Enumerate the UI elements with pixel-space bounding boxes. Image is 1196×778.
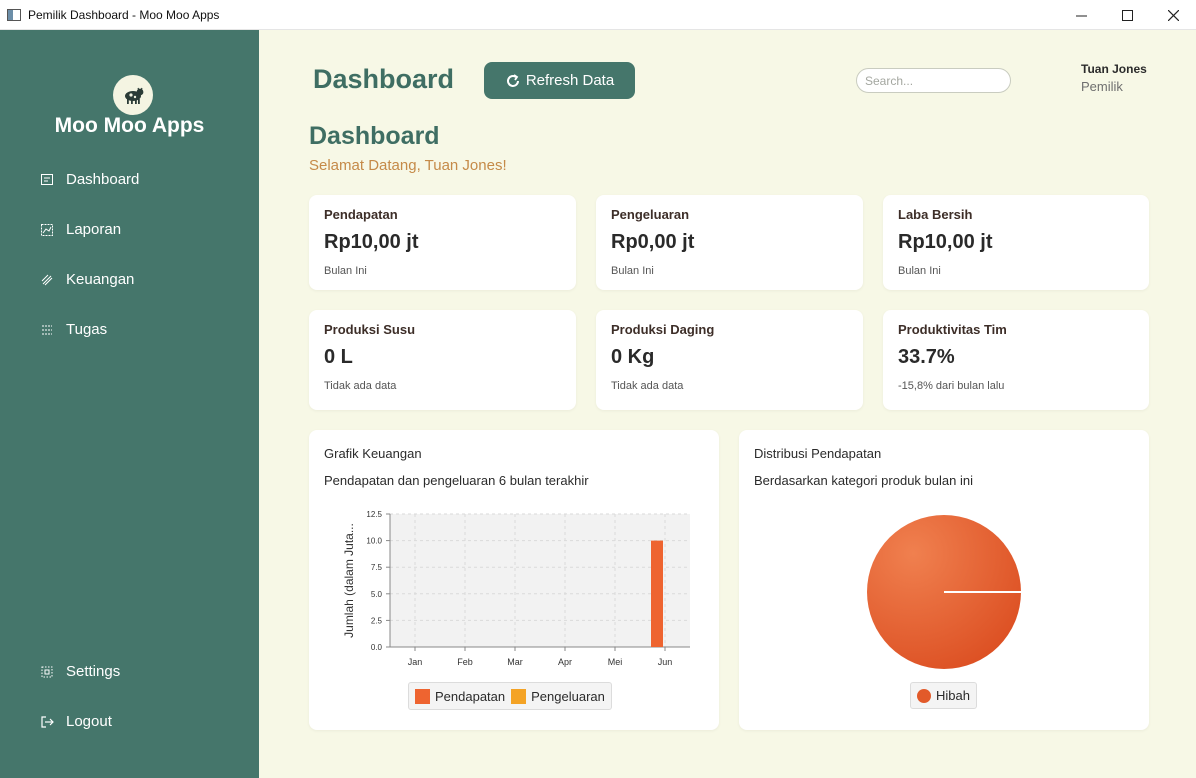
y-tick-label: 12.5 bbox=[366, 510, 382, 519]
y-tick-label: 5.0 bbox=[371, 590, 383, 599]
stat-card-produktivitas-tim: Produktivitas Tim 33.7% -15,8% dari bula… bbox=[883, 310, 1149, 410]
legend-item-hibah[interactable]: Hibah bbox=[917, 688, 970, 703]
y-axis-label: Jumlah (dalam Juta... bbox=[342, 523, 356, 638]
minimize-icon bbox=[1075, 15, 1087, 16]
stat-card-pendapatan: Pendapatan Rp10,00 jt Bulan Ini bbox=[309, 195, 576, 290]
finance-chart-legend: Pendapatan Pengeluaran bbox=[408, 682, 612, 710]
user-role: Pemilik bbox=[1081, 79, 1123, 94]
legend-swatch bbox=[917, 688, 931, 703]
legend-label: Hibah bbox=[936, 688, 970, 703]
stat-value: Rp10,00 jt bbox=[324, 231, 419, 253]
brand-name: Moo Moo Apps bbox=[54, 114, 205, 137]
refresh-icon bbox=[505, 73, 521, 89]
tasks-icon bbox=[40, 323, 54, 337]
legend-label: Pendapatan bbox=[435, 688, 506, 704]
stat-card-laba-bersih: Laba Bersih Rp10,00 jt Bulan Ini bbox=[883, 195, 1149, 290]
window-title: Pemilik Dashboard - Moo Moo Apps bbox=[28, 7, 220, 22]
settings-icon bbox=[40, 665, 54, 679]
y-tick-label: 10.0 bbox=[366, 537, 382, 546]
stat-subtext: Tidak ada data bbox=[611, 380, 684, 392]
page-title: Dashboard bbox=[309, 122, 440, 150]
stat-value: 0 Kg bbox=[611, 346, 655, 368]
bar-pendapatan-jun bbox=[651, 540, 663, 647]
sidebar-item-settings[interactable]: Settings bbox=[40, 663, 120, 680]
sidebar-item-label: Logout bbox=[66, 713, 112, 730]
stat-value: Rp10,00 jt bbox=[898, 231, 993, 253]
x-tick-label: Apr bbox=[558, 657, 572, 667]
stat-card-produksi-susu: Produksi Susu 0 L Tidak ada data bbox=[309, 310, 576, 410]
legend-swatch bbox=[415, 688, 430, 704]
sidebar-item-tugas[interactable]: Tugas bbox=[40, 321, 107, 338]
report-icon bbox=[40, 223, 54, 237]
dashboard-icon bbox=[40, 173, 54, 187]
header-title: Dashboard bbox=[313, 64, 455, 94]
legend-item-pendapatan[interactable]: Pendapatan bbox=[415, 688, 506, 704]
stat-subtext: Bulan Ini bbox=[898, 265, 941, 277]
finance-chart-card: Grafik Keuangan Pendapatan dan pengeluar… bbox=[309, 430, 719, 730]
x-tick-label: Mei bbox=[608, 657, 623, 667]
stat-subtext: Bulan Ini bbox=[324, 265, 367, 277]
sidebar: Moo Moo Apps Dashboard Laporan Keuangan … bbox=[0, 30, 259, 778]
stat-card-produksi-daging: Produksi Daging 0 Kg Tidak ada data bbox=[596, 310, 863, 410]
close-button[interactable] bbox=[1150, 0, 1196, 30]
legend-swatch bbox=[511, 688, 527, 704]
sidebar-item-logout[interactable]: Logout bbox=[40, 713, 112, 730]
maximize-button[interactable] bbox=[1104, 0, 1150, 30]
legend-item-pengeluaran[interactable]: Pengeluaran bbox=[511, 688, 605, 704]
window-controls bbox=[1058, 0, 1196, 30]
sidebar-item-keuangan[interactable]: Keuangan bbox=[40, 271, 134, 288]
y-tick-label: 7.5 bbox=[371, 563, 383, 572]
sidebar-item-dashboard[interactable]: Dashboard bbox=[40, 171, 139, 188]
sidebar-item-label: Dashboard bbox=[66, 171, 140, 188]
finance-icon bbox=[40, 273, 54, 287]
user-name: Tuan Jones bbox=[1081, 62, 1147, 76]
stat-value: 0 L bbox=[324, 346, 353, 368]
sidebar-item-laporan[interactable]: Laporan bbox=[40, 221, 121, 238]
x-tick-label: Jan bbox=[408, 657, 423, 667]
stat-card-pengeluaran: Pengeluaran Rp0,00 jt Bulan Ini bbox=[596, 195, 863, 290]
x-tick-label: Feb bbox=[457, 657, 473, 667]
y-tick-label: 0.0 bbox=[371, 643, 383, 652]
legend-label: Pengeluaran bbox=[531, 688, 605, 704]
x-tick-label: Mar bbox=[507, 657, 523, 667]
logo bbox=[113, 75, 153, 115]
refresh-data-button[interactable]: Refresh Data bbox=[484, 62, 635, 99]
sidebar-item-label: Keuangan bbox=[66, 271, 135, 288]
stat-label: Laba Bersih bbox=[898, 207, 973, 222]
income-chart-legend: Hibah bbox=[910, 682, 977, 709]
cow-icon bbox=[125, 87, 144, 104]
refresh-label: Refresh Data bbox=[525, 72, 615, 89]
welcome-message: Selamat Datang, Tuan Jones! bbox=[309, 157, 507, 174]
sidebar-item-label: Tugas bbox=[66, 321, 108, 338]
stat-label: Produksi Susu bbox=[324, 322, 416, 337]
sidebar-item-label: Laporan bbox=[66, 221, 122, 238]
stat-value: Rp0,00 jt bbox=[611, 231, 695, 253]
stat-label: Pengeluaran bbox=[611, 207, 690, 222]
stat-value: 33.7% bbox=[898, 346, 955, 368]
app-icon bbox=[7, 8, 21, 21]
stat-label: Produktivitas Tim bbox=[898, 322, 1007, 337]
close-icon bbox=[1167, 9, 1179, 21]
window-titlebar: Pemilik Dashboard - Moo Moo Apps bbox=[0, 0, 1196, 30]
x-tick-label: Jun bbox=[658, 657, 673, 667]
income-distribution-card: Distribusi Pendapatan Berdasarkan katego… bbox=[739, 430, 1149, 730]
stat-subtext: Bulan Ini bbox=[611, 265, 654, 277]
stat-subtext: Tidak ada data bbox=[324, 380, 397, 392]
stat-subtext: -15,8% dari bulan lalu bbox=[898, 380, 1005, 392]
y-tick-label: 2.5 bbox=[371, 616, 383, 625]
minimize-button[interactable] bbox=[1058, 0, 1104, 30]
stat-label: Produksi Daging bbox=[611, 322, 715, 337]
maximize-icon bbox=[1121, 9, 1133, 21]
search-input[interactable] bbox=[856, 68, 1011, 93]
stat-label: Pendapatan bbox=[324, 207, 398, 222]
sidebar-item-label: Settings bbox=[66, 663, 121, 680]
plot-area bbox=[390, 514, 690, 647]
logout-icon bbox=[40, 715, 54, 729]
